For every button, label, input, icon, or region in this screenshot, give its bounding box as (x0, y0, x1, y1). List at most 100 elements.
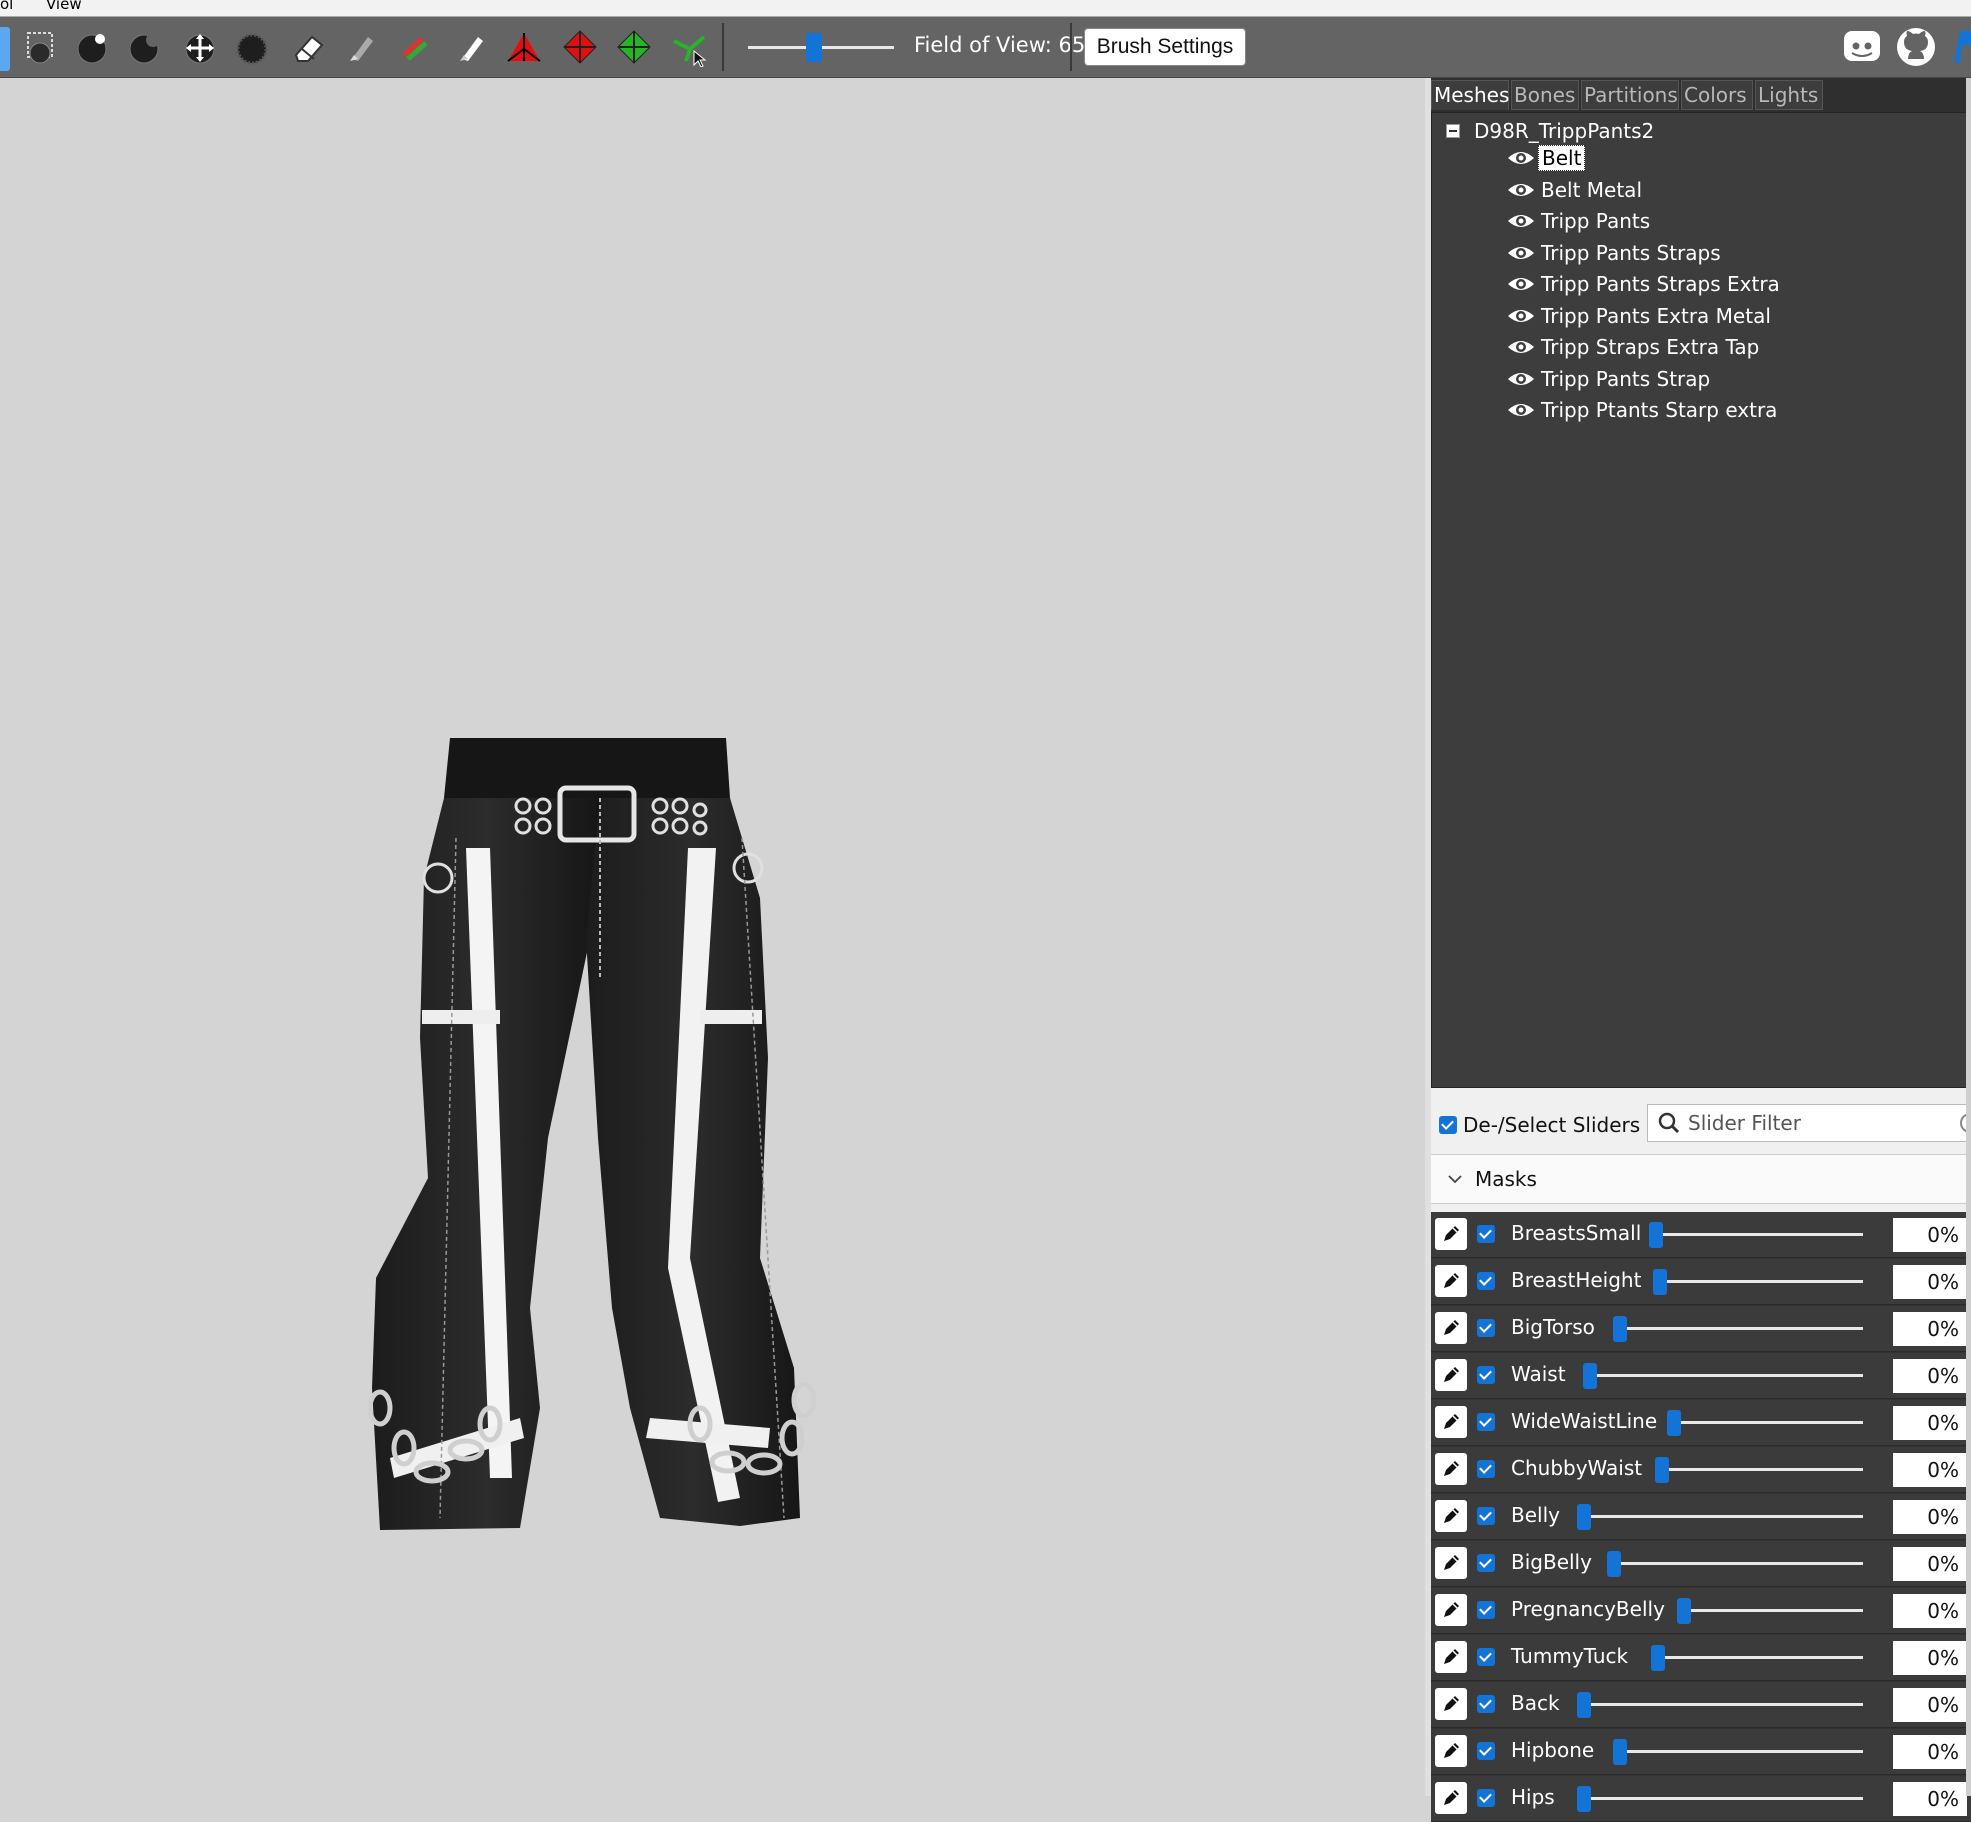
slider-track[interactable] (1581, 1703, 1863, 1706)
slider-track[interactable] (1659, 1468, 1863, 1471)
slider-enable-checkbox[interactable] (1477, 1366, 1495, 1384)
tree-item-mesh[interactable]: Tripp Pants Strap (1506, 364, 1713, 394)
slider-enable-checkbox[interactable] (1477, 1789, 1495, 1807)
tree-item-mesh[interactable]: Tripp Pants Straps Extra (1506, 269, 1783, 299)
move-brush-icon[interactable] (178, 25, 222, 69)
pivot-tool-icon[interactable] (612, 25, 656, 69)
slider-thumb[interactable] (1649, 1222, 1663, 1248)
slider-enable-checkbox[interactable] (1477, 1460, 1495, 1478)
visibility-eye-icon[interactable] (1506, 180, 1536, 200)
slider-track[interactable] (1653, 1233, 1863, 1236)
visibility-eye-icon[interactable] (1506, 369, 1536, 389)
tree-item-mesh[interactable]: Belt (1506, 143, 1586, 173)
edit-slider-pencil-icon[interactable] (1435, 1688, 1467, 1720)
edit-slider-pencil-icon[interactable] (1435, 1218, 1467, 1250)
tree-item-mesh[interactable]: Tripp Pants Extra Metal (1506, 301, 1774, 331)
color-brush-icon[interactable] (448, 25, 492, 69)
undiff-brush-icon[interactable] (338, 25, 382, 69)
tab-colors[interactable]: Colors (1681, 80, 1753, 110)
edit-slider-pencil-icon[interactable] (1435, 1782, 1467, 1814)
slider-enable-checkbox[interactable] (1477, 1272, 1495, 1290)
slider-track[interactable] (1655, 1656, 1863, 1659)
slider-enable-checkbox[interactable] (1477, 1507, 1495, 1525)
slider-track[interactable] (1617, 1327, 1863, 1330)
slider-thumb[interactable] (1577, 1504, 1591, 1530)
slider-value-field[interactable]: 0% (1893, 1453, 1967, 1487)
slider-thumb[interactable] (1577, 1786, 1591, 1812)
slider-thumb[interactable] (1613, 1316, 1627, 1342)
slider-track[interactable] (1681, 1609, 1863, 1612)
weight-brush-icon[interactable] (392, 25, 436, 69)
tab-bones[interactable]: Bones (1511, 80, 1579, 110)
slider-track[interactable] (1581, 1515, 1863, 1518)
slider-track[interactable] (1657, 1280, 1863, 1283)
slider-enable-checkbox[interactable] (1477, 1742, 1495, 1760)
visibility-eye-icon[interactable] (1506, 274, 1536, 294)
edit-slider-pencil-icon[interactable] (1435, 1547, 1467, 1579)
slider-enable-checkbox[interactable] (1477, 1554, 1495, 1572)
tree-item-mesh[interactable]: Belt Metal (1506, 175, 1645, 205)
edit-slider-pencil-icon[interactable] (1435, 1265, 1467, 1297)
visibility-eye-icon[interactable] (1506, 243, 1536, 263)
deselect-checkbox[interactable] (1439, 1116, 1457, 1134)
tree-item-mesh[interactable]: Tripp Straps Extra Tap (1506, 332, 1762, 362)
slider-value-field[interactable]: 0% (1893, 1547, 1967, 1581)
slider-enable-checkbox[interactable] (1477, 1695, 1495, 1713)
slider-value-field[interactable]: 0% (1893, 1406, 1967, 1440)
slider-thumb[interactable] (1655, 1457, 1669, 1483)
slider-value-field[interactable]: 0% (1893, 1782, 1967, 1816)
visibility-eye-icon[interactable] (1506, 337, 1536, 357)
menu-view[interactable]: View (46, 0, 82, 13)
discord-icon[interactable] (1840, 25, 1884, 69)
visibility-eye-icon[interactable] (1506, 306, 1536, 326)
visibility-eye-icon[interactable] (1506, 211, 1536, 231)
visibility-eye-icon[interactable] (1506, 148, 1536, 168)
slider-thumb[interactable] (1577, 1692, 1591, 1718)
edit-slider-pencil-icon[interactable] (1435, 1453, 1467, 1485)
edit-slider-pencil-icon[interactable] (1435, 1735, 1467, 1767)
deselect-sliders-toggle[interactable]: De-/Select Sliders (1439, 1110, 1640, 1140)
slider-value-field[interactable]: 0% (1893, 1735, 1967, 1769)
alpha-brush-icon[interactable] (502, 25, 546, 69)
edit-slider-pencil-icon[interactable] (1435, 1312, 1467, 1344)
slider-track[interactable] (1617, 1750, 1863, 1753)
collapse-icon[interactable] (1446, 124, 1460, 138)
slider-enable-checkbox[interactable] (1477, 1413, 1495, 1431)
tree-root[interactable]: D98R_TrippPants2 (1446, 119, 1654, 143)
deflate-brush-icon[interactable] (122, 25, 166, 69)
slider-enable-checkbox[interactable] (1477, 1225, 1495, 1243)
slider-thumb[interactable] (1583, 1363, 1597, 1389)
inflate-brush-icon[interactable] (70, 25, 114, 69)
slider-enable-checkbox[interactable] (1477, 1319, 1495, 1337)
tab-meshes[interactable]: Meshes (1431, 80, 1509, 110)
tab-lights[interactable]: Lights (1755, 80, 1823, 110)
github-icon[interactable] (1894, 25, 1938, 69)
slider-thumb[interactable] (1677, 1598, 1691, 1624)
slider-value-field[interactable]: 0% (1893, 1218, 1967, 1252)
slider-track[interactable] (1671, 1421, 1863, 1424)
vertex-select-icon[interactable] (668, 25, 712, 69)
slider-value-field[interactable]: 0% (1893, 1688, 1967, 1722)
slider-thumb[interactable] (1607, 1551, 1621, 1577)
slider-thumb[interactable] (1667, 1410, 1681, 1436)
menu-tool[interactable]: ol (0, 0, 13, 13)
slider-value-field[interactable]: 0% (1893, 1500, 1967, 1534)
slider-enable-checkbox[interactable] (1477, 1601, 1495, 1619)
slider-thumb[interactable] (1653, 1269, 1667, 1295)
slider-thumb[interactable] (1651, 1645, 1665, 1671)
tree-item-mesh[interactable]: Tripp Pants (1506, 206, 1653, 236)
masks-group-header[interactable]: Masks (1431, 1154, 1971, 1204)
visibility-eye-icon[interactable] (1506, 400, 1536, 420)
smooth-brush-icon[interactable] (230, 25, 274, 69)
slider-value-field[interactable]: 0% (1893, 1359, 1967, 1393)
3d-viewport[interactable] (0, 78, 1425, 1796)
slider-enable-checkbox[interactable] (1477, 1648, 1495, 1666)
tree-item-mesh[interactable]: Tripp Pants Straps (1506, 238, 1724, 268)
slider-filter-field[interactable]: Slider Filter (1647, 1104, 1971, 1142)
slider-value-field[interactable]: 0% (1893, 1594, 1967, 1628)
edit-slider-pencil-icon[interactable] (1435, 1500, 1467, 1532)
slider-track[interactable] (1587, 1374, 1863, 1377)
tree-item-mesh[interactable]: Tripp Ptants Starp extra (1506, 395, 1780, 425)
tab-partitions[interactable]: Partitions (1581, 80, 1679, 110)
slider-value-field[interactable]: 0% (1893, 1265, 1967, 1299)
